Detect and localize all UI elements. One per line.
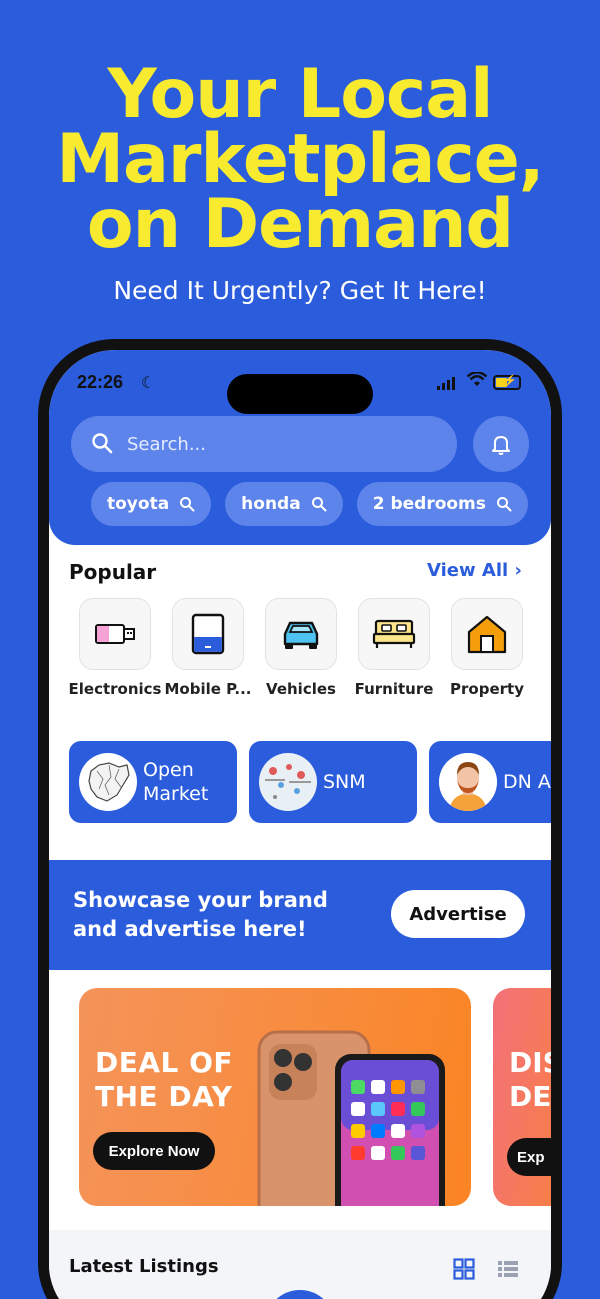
search-input[interactable] [127, 430, 427, 458]
car-icon [265, 598, 337, 670]
nigeria-map-icon [79, 753, 137, 811]
list-view-icon[interactable] [497, 1258, 519, 1280]
category-vehicles[interactable]: Vehicles [255, 598, 347, 698]
phone-frame: 22:26 ☾ ⚡ toyota [38, 339, 562, 1299]
headline-line-1: Your Local [107, 55, 494, 134]
headline: Your Local Marketplace, on Demand [0, 55, 600, 264]
avatar-man-icon [439, 753, 497, 811]
status-time: 22:26 [77, 372, 124, 392]
chip-honda[interactable]: honda [225, 482, 343, 526]
explore-now-button[interactable]: Explore Now [93, 1132, 215, 1170]
category-label: Furniture [354, 680, 434, 698]
smartphones-image [257, 1030, 445, 1206]
store-snm[interactable]: SNM [249, 741, 417, 823]
deal-title: DEAL OF THE DAY [95, 1046, 234, 1113]
deal-of-the-day-banner[interactable]: DEAL OF THE DAY Explore Now [79, 988, 471, 1206]
view-all-link[interactable]: View All › [427, 560, 522, 581]
search-icon [496, 497, 512, 512]
advertise-banner: Showcase your brand and advertise here! … [49, 860, 551, 970]
chip-2-bedrooms[interactable]: 2 bedrooms [356, 482, 528, 526]
store-name: SNM [323, 771, 366, 793]
advertise-text: Showcase your brand and advertise here! [73, 888, 328, 941]
view-all-label: View All [427, 560, 509, 581]
store-name: DN Ag [503, 771, 551, 793]
discount-title: DIS DE [509, 1046, 551, 1113]
category-mobile-phones[interactable]: Mobile P... [162, 598, 254, 698]
battery-icon: ⚡ [493, 375, 521, 390]
store-name: Open Market [143, 759, 209, 805]
dynamic-island [227, 374, 373, 414]
discount-deals-banner[interactable]: DIS DE Exp [493, 988, 551, 1206]
moon-icon: ☾ [141, 375, 156, 392]
wifi-icon [466, 371, 488, 393]
category-label: Electronics [68, 680, 162, 698]
notification-bell-icon[interactable] [473, 416, 529, 472]
category-property[interactable]: Property [441, 598, 533, 698]
advertise-button[interactable]: Advertise [391, 890, 525, 938]
latest-listings-title: Latest Listings [69, 1256, 219, 1277]
quick-search-chips: toyota honda 2 bedrooms [91, 482, 528, 526]
category-label: Property [450, 680, 524, 698]
mobile-phone-icon [172, 598, 244, 670]
headline-line-2: Marketplace, [56, 120, 544, 199]
store-list: Open Market SNM DN Ag [69, 741, 551, 823]
subheadline: Need It Urgently? Get It Here! [113, 276, 487, 305]
snm-logo-icon [259, 753, 317, 811]
popular-title: Popular [69, 560, 157, 584]
chevron-right-icon: › [514, 560, 522, 581]
store-open-market[interactable]: Open Market [69, 741, 237, 823]
search-icon [311, 497, 327, 512]
house-icon [451, 598, 523, 670]
chip-toyota[interactable]: toyota [91, 482, 212, 526]
category-list: Electronics Mobile P... Vehicles Furnitu… [69, 598, 533, 698]
search-bar[interactable] [71, 416, 457, 472]
chip-label: toyota [107, 494, 170, 514]
headline-line-3: on Demand [86, 185, 514, 264]
category-furniture[interactable]: Furniture [348, 598, 440, 698]
category-label: Mobile P... [164, 680, 252, 698]
chip-label: 2 bedrooms [372, 494, 486, 514]
category-electronics[interactable]: Electronics [69, 598, 161, 698]
explore-button[interactable]: Exp [507, 1138, 551, 1176]
bed-icon [358, 598, 430, 670]
signal-icon [437, 376, 455, 390]
usb-drive-icon [79, 598, 151, 670]
search-icon [91, 432, 113, 459]
app-screen: 22:26 ☾ ⚡ toyota [49, 350, 551, 1299]
chip-label: honda [241, 494, 301, 514]
category-label: Vehicles [266, 680, 336, 698]
store-dn-ag[interactable]: DN Ag [429, 741, 551, 823]
view-toggle [453, 1258, 519, 1280]
latest-listings-section: Latest Listings [49, 1230, 551, 1299]
search-icon [180, 497, 195, 512]
grid-view-icon[interactable] [453, 1258, 475, 1280]
